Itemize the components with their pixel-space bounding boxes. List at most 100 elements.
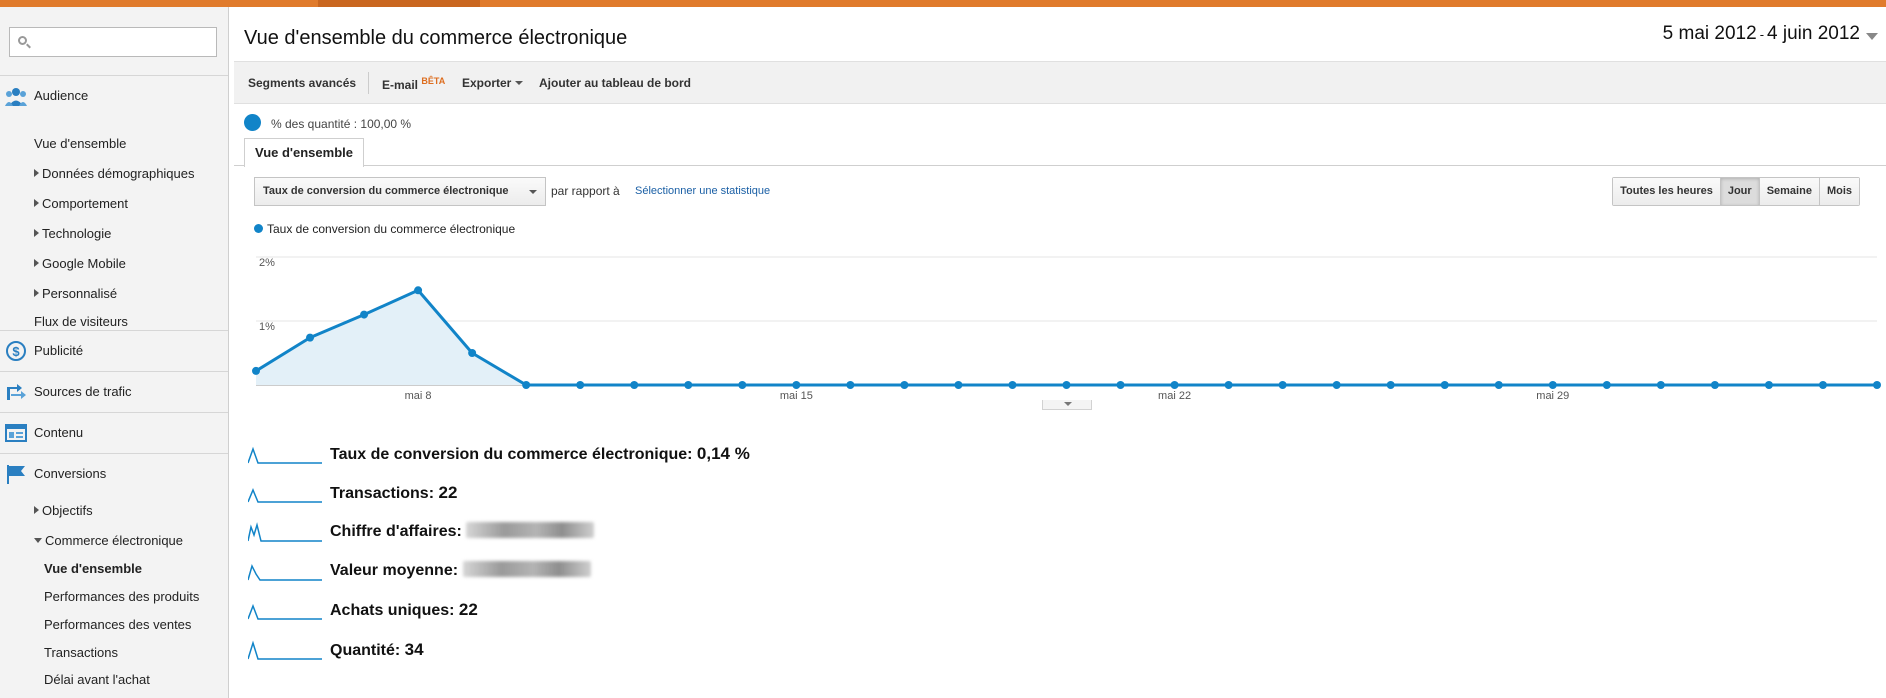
select-metric-link[interactable]: Sélectionner une statistique xyxy=(635,185,770,197)
sidebar-section-traffic-sources[interactable]: Sources de trafic xyxy=(0,371,228,411)
sidebar-item-ecommerce[interactable]: Commerce électronique xyxy=(34,533,183,548)
sidebar-item-label: Délai avant l'achat xyxy=(44,672,150,687)
sidebar-section-label: Sources de trafic xyxy=(34,384,132,399)
data-point xyxy=(360,310,369,319)
data-point xyxy=(1873,381,1881,389)
metric-value: 22 xyxy=(438,483,458,502)
sparkline-line xyxy=(248,640,322,660)
period-hourly-button[interactable]: Toutes les heures xyxy=(1613,178,1720,205)
email-button[interactable]: E-mail BÊTA xyxy=(382,76,445,92)
sidebar-section-label: Audience xyxy=(34,88,89,103)
metric-select[interactable]: Taux de conversion du commerce électroni… xyxy=(254,177,546,206)
metric-name: Achats uniques: xyxy=(330,602,459,619)
sidebar-item-behavior[interactable]: Comportement xyxy=(34,196,128,211)
tab-divider xyxy=(234,165,1886,166)
search-box[interactable] xyxy=(9,27,217,57)
sidebar-section-audience[interactable]: Audience xyxy=(0,75,228,115)
expand-arrow-icon xyxy=(34,506,39,514)
data-point xyxy=(522,381,531,389)
redacted-value xyxy=(462,561,591,577)
sidebar-item-label: Personnalisé xyxy=(42,286,118,301)
data-point xyxy=(630,381,639,389)
sidebar-item-label: Technologie xyxy=(42,226,112,241)
sidebar-item-transactions[interactable]: Transactions xyxy=(44,645,118,660)
sidebar-item-goals[interactable]: Objectifs xyxy=(34,503,93,518)
y-tick-label: 2% xyxy=(259,257,275,269)
chevron-down-icon xyxy=(529,190,537,194)
sidebar-item-custom[interactable]: Personnalisé xyxy=(34,286,117,301)
sidebar-item-audience-overview[interactable]: Vue d'ensemble xyxy=(34,136,126,151)
add-to-dashboard-button[interactable]: Ajouter au tableau de bord xyxy=(539,76,691,90)
x-tick-label: mai 29 xyxy=(1536,390,1569,399)
sidebar-item-label: Données démographiques xyxy=(42,166,195,181)
data-point xyxy=(684,381,693,389)
expand-arrow-icon xyxy=(34,199,39,207)
legend-swatch xyxy=(254,224,263,233)
date-range-picker[interactable]: 5 mai 2012-4 juin 2012 xyxy=(1662,23,1878,45)
data-point xyxy=(954,381,963,389)
period-day-button[interactable]: Jour xyxy=(1719,178,1759,205)
content-icon xyxy=(5,424,27,442)
page-title: Vue d'ensemble du commerce électronique xyxy=(244,27,628,49)
sparkline xyxy=(248,446,322,464)
sidebar-item-label: Performances des produits xyxy=(44,589,200,604)
sidebar: Audience Vue d'ensemble Données démograp… xyxy=(0,7,229,698)
data-point xyxy=(1224,381,1233,389)
top-accent-bar xyxy=(0,0,1886,7)
metric-label: Achats uniques: 22 xyxy=(330,600,478,620)
sidebar-item-technology[interactable]: Technologie xyxy=(34,226,111,241)
metric-select-value: Taux de conversion du commerce électroni… xyxy=(263,185,509,197)
tab-overview[interactable]: Vue d'ensemble xyxy=(244,138,364,167)
line-chart: 2% 1% mai 8 mai 15 mai 22 mai 29 xyxy=(252,256,1881,399)
sidebar-item-google-mobile[interactable]: Google Mobile xyxy=(34,256,126,271)
data-point xyxy=(306,333,315,342)
sidebar-item-visitor-flow[interactable]: Flux de visiteurs xyxy=(34,314,128,329)
sidebar-section-content[interactable]: Contenu xyxy=(0,412,228,452)
sidebar-item-label: Vue d'ensemble xyxy=(34,136,127,151)
main-panel: Vue d'ensemble du commerce électronique … xyxy=(234,7,1886,698)
email-label: E-mail xyxy=(382,78,419,92)
export-button[interactable]: Exporter xyxy=(462,76,524,90)
x-tick-label: mai 15 xyxy=(780,390,813,399)
sidebar-item-label: Comportement xyxy=(42,196,128,211)
advanced-segments-button[interactable]: Segments avancés xyxy=(248,76,356,90)
sidebar-item-sales-performance[interactable]: Performances des ventes xyxy=(44,617,191,632)
sidebar-item-ecommerce-overview[interactable]: Vue d'ensemble xyxy=(44,561,142,576)
chevron-down-icon xyxy=(515,81,524,85)
dollar-icon: $ xyxy=(6,341,26,361)
metric-name: Valeur moyenne: xyxy=(330,562,463,579)
sparkline-line xyxy=(248,446,322,464)
chart-legend: Taux de conversion du commerce électroni… xyxy=(254,222,515,236)
versus-label: par rapport à xyxy=(551,184,620,198)
data-point xyxy=(1062,381,1071,389)
period-month-button[interactable]: Mois xyxy=(1818,178,1859,205)
date-start: 5 mai 2012 xyxy=(1662,23,1757,44)
sidebar-item-product-performance[interactable]: Performances des produits xyxy=(44,589,199,604)
metric-name: Taux de conversion du commerce électroni… xyxy=(330,446,697,463)
metric-value: 22 xyxy=(458,600,478,619)
data-point xyxy=(1818,381,1827,389)
sidebar-item-label: Vue d'ensemble xyxy=(44,561,142,576)
y-tick-label: 1% xyxy=(259,321,275,333)
data-point xyxy=(846,381,855,389)
expand-arrow-icon xyxy=(34,229,39,237)
metric-label: Transactions: 22 xyxy=(330,483,457,503)
metric-label: Quantité: 34 xyxy=(330,640,424,660)
sidebar-item-demographics[interactable]: Données démographiques xyxy=(34,166,195,181)
data-point xyxy=(252,366,260,375)
svg-text:$: $ xyxy=(12,344,20,359)
data-point xyxy=(1116,381,1125,389)
sidebar-item-time-to-purchase[interactable]: Délai avant l'achat xyxy=(44,672,150,687)
period-week-button[interactable]: Semaine xyxy=(1758,178,1819,205)
flag-icon xyxy=(7,465,25,484)
sidebar-section-conversions[interactable]: Conversions xyxy=(0,453,228,493)
metric-label: Valeur moyenne: xyxy=(330,561,591,580)
sparkline xyxy=(248,488,322,503)
sparkline-line xyxy=(248,603,322,620)
sampling-pie-icon xyxy=(244,114,261,131)
sidebar-section-advertising[interactable]: $ Publicité xyxy=(0,330,228,370)
chart-collapse-handle[interactable] xyxy=(1042,400,1092,410)
search-input[interactable] xyxy=(32,30,212,54)
sidebar-item-label: Objectifs xyxy=(42,503,93,518)
sidebar-item-label: Google Mobile xyxy=(42,256,126,271)
